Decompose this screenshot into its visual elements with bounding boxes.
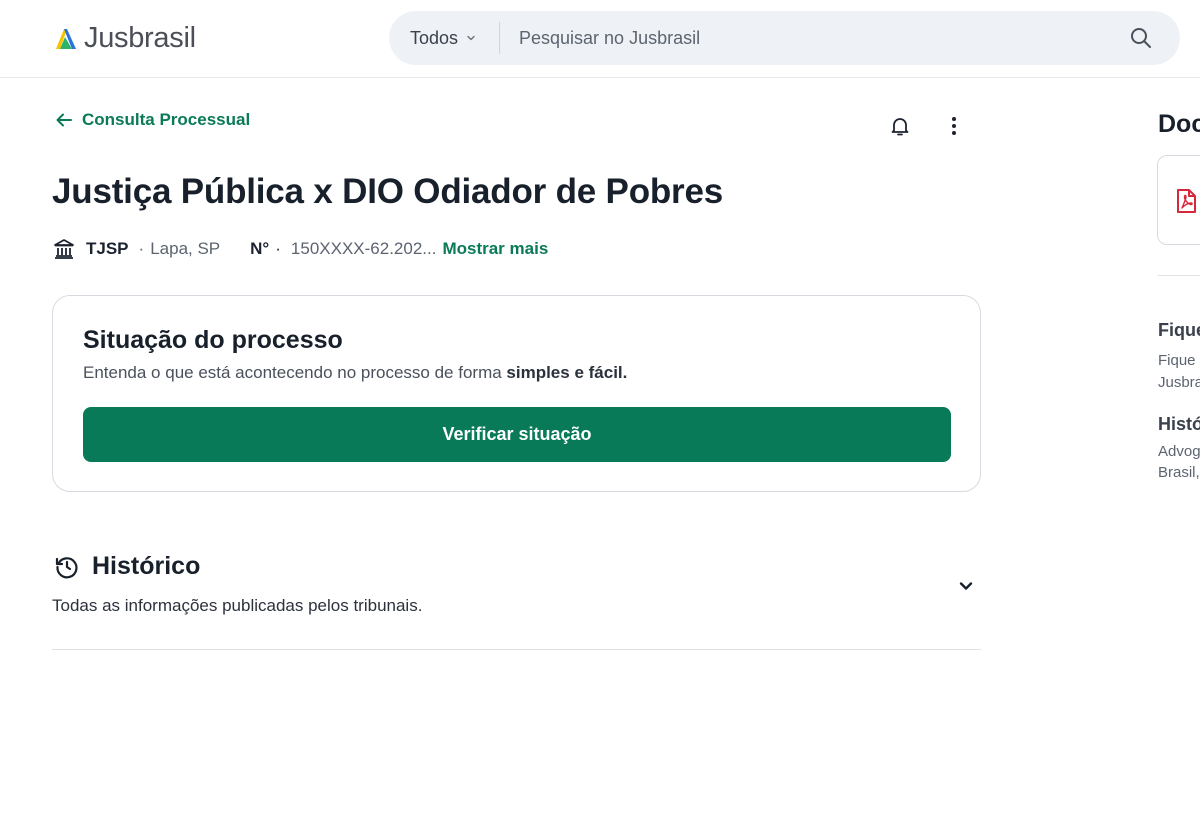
search-icon xyxy=(1131,28,1151,48)
sidebar-section-text: Fique xyxy=(1158,352,1196,369)
sidebar-document-card[interactable] xyxy=(1157,155,1200,245)
logo-text: Jusbrasil xyxy=(84,21,196,54)
court-location: Lapa, SP xyxy=(150,239,221,258)
search-bar: Todos xyxy=(389,11,1180,65)
search-scope-select[interactable]: Todos xyxy=(410,11,476,65)
sidebar-divider xyxy=(1158,275,1200,276)
situation-card: Situação do processo Entenda o que está … xyxy=(52,295,981,492)
situation-card-subtitle: Entenda o que está acontecendo no proces… xyxy=(83,363,627,383)
pdf-icon xyxy=(1177,189,1196,213)
follow-notification-button[interactable] xyxy=(886,112,914,140)
process-meta: TJSP · Lapa, SP N° · 150XXXX-62.202... M… xyxy=(52,236,548,262)
search-input[interactable] xyxy=(519,11,1109,65)
arrow-left-icon xyxy=(56,113,72,127)
sidebar-section-text: Brasil, xyxy=(1158,464,1200,481)
bell-icon xyxy=(891,118,909,136)
chevron-down-icon xyxy=(959,582,973,590)
search-button[interactable] xyxy=(1127,24,1155,52)
situation-card-title: Situação do processo xyxy=(83,326,343,354)
process-number-label: N° xyxy=(250,239,270,258)
situation-subtitle-emphasis: simples e fácil. xyxy=(506,363,628,382)
sidebar-section-text: Advog xyxy=(1158,443,1200,460)
verify-situation-button[interactable]: Verificar situação xyxy=(83,407,951,462)
search-scope-label: Todos xyxy=(410,27,459,48)
sidebar-section-title: Histó xyxy=(1158,414,1200,434)
jusbrasil-logo-icon xyxy=(56,29,76,49)
back-link-label: Consulta Processual xyxy=(82,110,251,129)
top-header: Jusbrasil Todos xyxy=(0,0,1200,78)
courthouse-icon xyxy=(54,239,74,259)
process-number-separator: · xyxy=(275,239,281,258)
more-options-button[interactable] xyxy=(940,112,968,140)
process-number: 150XXXX-62.202... xyxy=(290,239,437,258)
chevron-down-icon xyxy=(467,35,475,41)
jusbrasil-logo[interactable]: Jusbrasil xyxy=(52,22,196,54)
history-divider xyxy=(52,649,981,650)
sidebar-section-text: Jusbra xyxy=(1158,374,1200,391)
history-subtitle: Todas as informações publicadas pelos tr… xyxy=(52,596,423,615)
meta-separator: · xyxy=(138,239,145,258)
page-title: Justiça Pública x DIO Odiador de Pobres xyxy=(52,172,724,211)
history-clock-icon xyxy=(55,557,78,579)
history-expand-button[interactable] xyxy=(953,573,979,599)
court-name: TJSP xyxy=(86,239,129,258)
more-vertical-icon xyxy=(952,117,956,135)
situation-subtitle-text: Entenda o que está acontecendo no proces… xyxy=(83,363,507,382)
back-to-consulta-link[interactable]: Consulta Processual xyxy=(54,110,250,130)
sidebar-section-title: Fique xyxy=(1158,320,1200,340)
history-title: Histórico xyxy=(92,552,201,580)
sidebar-documents-title: Doc xyxy=(1158,110,1200,138)
show-more-link[interactable]: Mostrar mais xyxy=(442,239,548,259)
search-divider xyxy=(499,22,500,54)
